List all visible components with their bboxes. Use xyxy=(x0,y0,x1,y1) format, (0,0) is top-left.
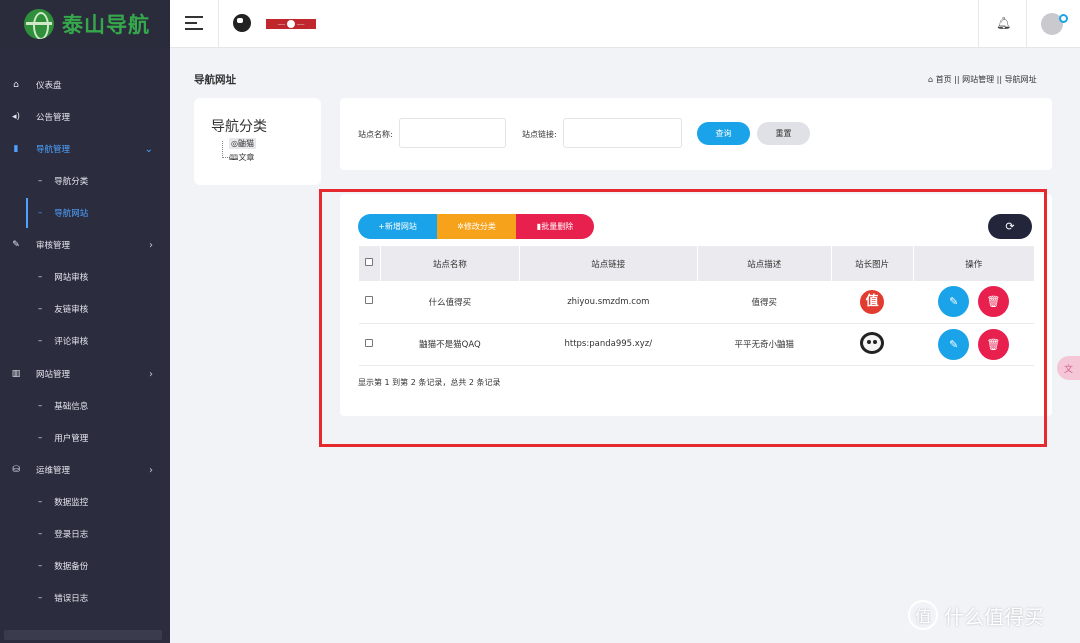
site-link-label: 站点链接: xyxy=(522,130,557,139)
sidebar-item-label: 导航分类 xyxy=(54,177,89,187)
sidebar-item-label: 基础信息 xyxy=(54,402,89,412)
home-icon: ⌂ xyxy=(13,80,19,90)
sidebar-item-review-management[interactable]: ✎ 审核管理 › xyxy=(0,230,170,260)
breadcrumb-home[interactable]: 首页 xyxy=(936,75,952,84)
watermark: 值 什么值得买 xyxy=(908,600,1044,630)
breadcrumb: ⌂ 首页 || 网站管理 || 导航网址 xyxy=(928,75,1037,84)
sidebar: ⌂ 仪表盘 ◂) 公告管理 ▮ 导航管理 ⌄ – 导航分类 – 导航网站 ✎ 审… xyxy=(0,48,170,643)
sidebar-item-site-management[interactable]: ▥ 网站管理 › xyxy=(0,359,170,389)
category-tree-card xyxy=(194,98,321,185)
query-button[interactable]: 查询 xyxy=(697,122,750,145)
sidebar-item-label: 登录日志 xyxy=(54,530,89,540)
sidebar-item-label: 网站审核 xyxy=(54,273,89,283)
sidebar-item-data-backup[interactable]: – 数据备份 xyxy=(0,551,170,581)
target-icon: ◎ xyxy=(231,139,238,148)
sidebar-item-label: 导航网站 xyxy=(54,209,89,219)
sidebar-item-nav-category[interactable]: – 导航分类 xyxy=(0,166,170,196)
logo[interactable]: 泰山导航 xyxy=(0,0,170,48)
home-icon: ⌂ xyxy=(928,75,936,84)
site-name-input[interactable] xyxy=(399,118,506,148)
tree-title: 导航分类 xyxy=(211,119,267,135)
bookmark-icon: ▮ xyxy=(13,144,19,154)
sidebar-item-login-log[interactable]: – 登录日志 xyxy=(0,519,170,549)
sidebar-item-label: 用户管理 xyxy=(54,434,89,444)
sidebar-item-user-management[interactable]: – 用户管理 xyxy=(0,423,170,453)
sidebar-item-dashboard[interactable]: ⌂ 仪表盘 xyxy=(0,70,170,100)
chevron-right-icon: › xyxy=(149,239,153,251)
leaf-icon: ✎ xyxy=(12,240,20,250)
sidebar-item-label: 错误日志 xyxy=(54,594,89,604)
breadcrumb-site-management[interactable]: 网站管理 xyxy=(962,75,994,84)
speaker-icon: ◂) xyxy=(11,112,21,122)
tree-node-selected[interactable]: ◎鼬猫 xyxy=(229,138,256,149)
sidebar-item-label: 数据监控 xyxy=(54,498,89,508)
reset-button[interactable]: 重置 xyxy=(757,122,810,145)
translate-float-button[interactable]: 文 xyxy=(1057,356,1080,380)
sidebar-item-link-review[interactable]: – 友链审核 xyxy=(0,294,170,324)
server-icon: ⛁ xyxy=(12,465,20,475)
menu-toggle-icon[interactable] xyxy=(185,16,203,30)
sidebar-item-site-review[interactable]: – 网站审核 xyxy=(0,262,170,292)
columns-icon: ▥ xyxy=(11,369,21,379)
tree-node[interactable]: 🕮︎文章 xyxy=(229,152,254,166)
sidebar-item-nav-management[interactable]: ▮ 导航管理 ⌄ xyxy=(0,134,170,164)
sidebar-item-nav-sites[interactable]: – 导航网站 xyxy=(26,198,170,228)
highlight-frame xyxy=(319,189,1047,447)
sidebar-item-error-log[interactable]: – 错误日志 xyxy=(0,583,170,613)
zhi-watermark-icon: 值 xyxy=(908,600,938,630)
sidebar-item-label: 审核管理 xyxy=(36,241,71,251)
sidebar-item-label: 公告管理 xyxy=(36,113,71,123)
logo-text: 泰山导航 xyxy=(62,12,150,37)
sidebar-item-label: 导航管理 xyxy=(36,145,71,155)
page-title: 导航网址 xyxy=(194,74,236,86)
chevron-right-icon: › xyxy=(149,368,153,380)
sidebar-item-label: 运维管理 xyxy=(36,466,71,476)
sidebar-item-label: 网站管理 xyxy=(36,370,71,380)
chevron-down-icon: ⌄ xyxy=(144,143,153,155)
bell-icon[interactable]: 🔔︎ xyxy=(996,16,1011,32)
chevron-right-icon: › xyxy=(149,464,153,476)
sidebar-item-data-monitor[interactable]: – 数据监控 xyxy=(0,487,170,517)
sidebar-item-basic-info[interactable]: – 基础信息 xyxy=(0,391,170,421)
globe-icon[interactable] xyxy=(233,14,251,32)
site-name-label: 站点名称: xyxy=(358,130,393,139)
sidebar-item-comment-review[interactable]: – 评论审核 xyxy=(0,326,170,356)
sidebar-footer xyxy=(4,630,162,640)
breadcrumb-current: 导航网址 xyxy=(1004,75,1037,84)
online-status-icon xyxy=(1059,14,1068,23)
sidebar-item-ops-management[interactable]: ⛁ 运维管理 › xyxy=(0,455,170,485)
sidebar-item-announcements[interactable]: ◂) 公告管理 xyxy=(0,102,170,132)
globe-logo-icon xyxy=(24,9,54,39)
sidebar-item-label: 仪表盘 xyxy=(36,81,62,91)
sidebar-item-label: 友链审核 xyxy=(54,305,89,315)
site-link-input[interactable] xyxy=(563,118,682,148)
sidebar-item-label: 数据备份 xyxy=(54,562,89,572)
brand-badge-icon[interactable]: ─── ─── xyxy=(266,19,316,29)
sidebar-item-label: 评论审核 xyxy=(54,337,89,347)
